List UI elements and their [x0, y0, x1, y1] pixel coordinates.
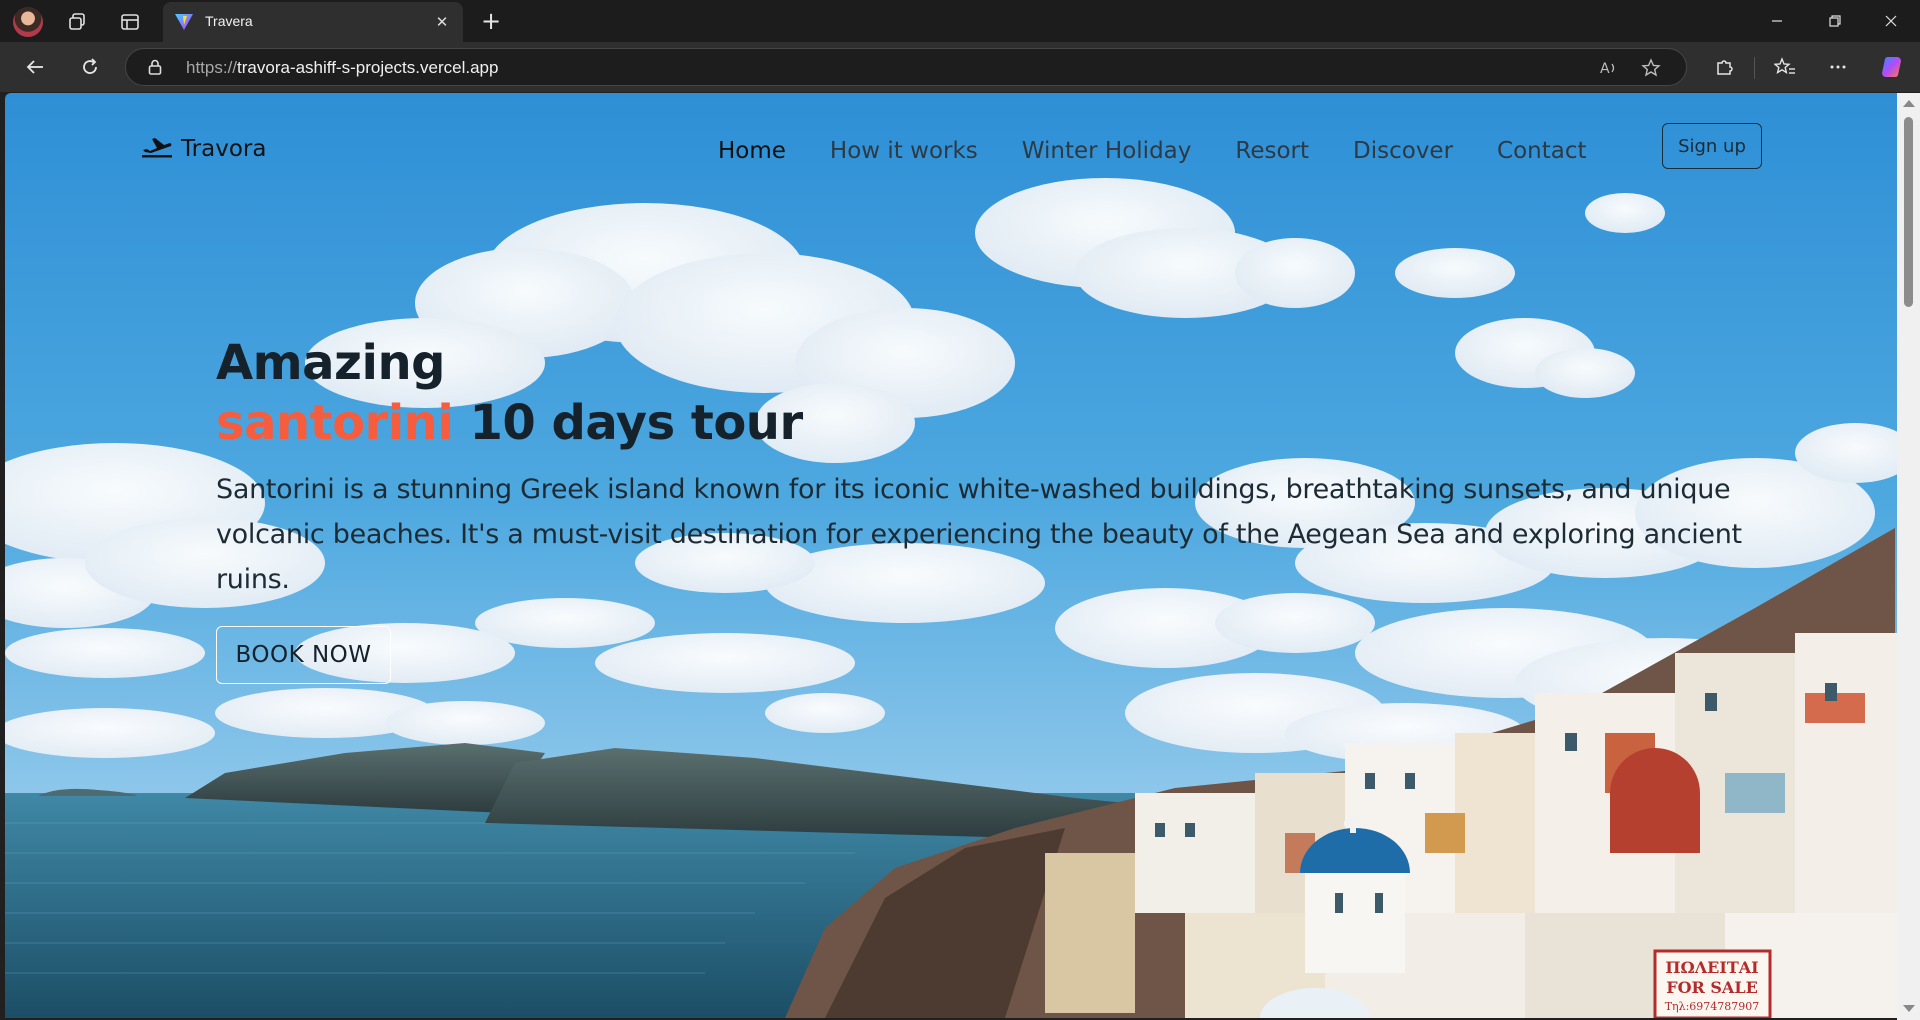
refresh-icon[interactable] [75, 53, 105, 81]
brand-logo[interactable]: Travora [141, 136, 266, 162]
tab-title: Travera [205, 13, 253, 29]
book-now-button[interactable]: BOOK NOW [216, 626, 391, 684]
nav-winter-holiday[interactable]: Winter Holiday [1022, 138, 1192, 164]
sale-sign-line3: Τηλ:6974787907 [1665, 1000, 1760, 1013]
tab-travera[interactable]: Travera ✕ [163, 2, 463, 42]
scroll-thumb[interactable] [1904, 117, 1913, 307]
hero-heading: Amazing santorini 10 days tour [216, 333, 1746, 453]
url-host: travora-ashiff-s-projects.vercel.app [237, 58, 499, 77]
nav-home[interactable]: Home [718, 138, 786, 164]
hero-description: Santorini is a stunning Greek island kno… [216, 474, 1742, 595]
workspaces-icon[interactable] [64, 9, 90, 35]
restore-window-icon[interactable] [1806, 0, 1864, 42]
favorites-icon[interactable] [1770, 53, 1800, 81]
signup-button[interactable]: Sign up [1662, 123, 1762, 169]
favorite-star-icon[interactable] [1640, 57, 1662, 79]
read-aloud-icon[interactable]: A [1598, 57, 1620, 79]
main-nav: Home How it works Winter Holiday Resort … [718, 138, 1631, 164]
address-bar[interactable]: https://travora-ashiff-s-projects.vercel… [125, 48, 1687, 86]
page-scrollbar[interactable] [1897, 93, 1920, 1020]
svg-text:A: A [1600, 61, 1610, 77]
sale-sign-line2: FOR SALE [1666, 978, 1758, 997]
scroll-up-arrow-icon[interactable] [1903, 100, 1915, 107]
new-tab-plus-icon[interactable]: + [478, 9, 504, 35]
brand-name: Travora [181, 136, 267, 162]
nav-resort[interactable]: Resort [1235, 138, 1309, 164]
hero-heading-line2: 10 days tour [453, 395, 804, 451]
more-dots-icon[interactable] [1823, 53, 1853, 81]
hero-heading-line1: Amazing [216, 335, 445, 391]
browser-toolbar: https://travora-ashiff-s-projects.vercel… [0, 42, 1920, 92]
sale-sign-line1: ΠΩΛΕΙΤΑΙ [1665, 958, 1758, 977]
close-tab-icon[interactable]: ✕ [431, 11, 453, 33]
vite-favicon-icon [175, 14, 193, 30]
hero-heading-accent: santorini [216, 395, 454, 451]
nav-contact[interactable]: Contact [1497, 138, 1586, 164]
profile-avatar[interactable] [13, 7, 43, 37]
nav-discover[interactable]: Discover [1353, 138, 1453, 164]
toolbar-separator [1754, 57, 1755, 79]
hero-section: Amazing santorini 10 days tour Santorini… [216, 333, 1746, 602]
close-window-icon[interactable] [1862, 0, 1920, 42]
copilot-icon[interactable] [1878, 53, 1908, 81]
url-text[interactable]: https://travora-ashiff-s-projects.vercel… [186, 58, 498, 78]
lock-icon[interactable] [146, 58, 164, 76]
vertical-tabs-icon[interactable] [117, 9, 143, 35]
page-viewport: ΠΩΛΕΙΤΑΙ FOR SALE Τηλ:6974787907 Travora… [5, 93, 1897, 1018]
scroll-down-arrow-icon[interactable] [1903, 1005, 1915, 1012]
nav-how-it-works[interactable]: How it works [830, 138, 978, 164]
browser-titlebar: Travera ✕ + [0, 0, 1920, 42]
minimize-window-icon[interactable] [1748, 0, 1806, 42]
airplane-takeoff-icon [141, 136, 173, 162]
back-arrow-icon[interactable] [20, 53, 50, 81]
url-scheme: https:// [186, 58, 238, 77]
extensions-puzzle-icon[interactable] [1709, 53, 1739, 81]
